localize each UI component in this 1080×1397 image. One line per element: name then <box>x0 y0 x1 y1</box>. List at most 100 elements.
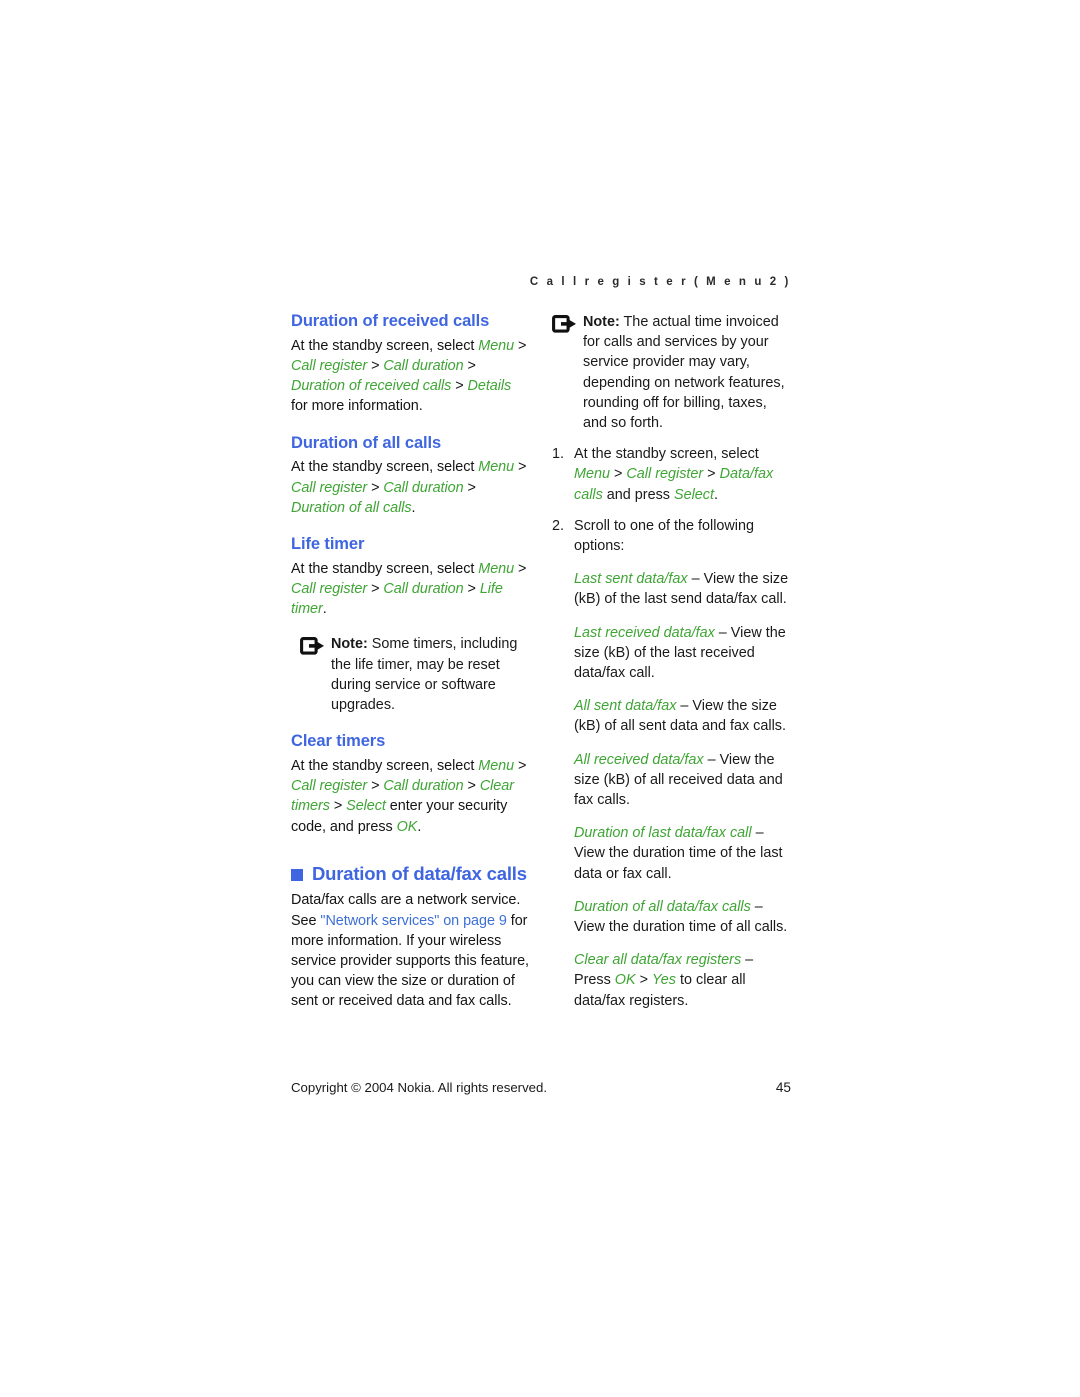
heading-clear-timers: Clear timers <box>291 732 386 751</box>
page-footer: Copyright © 2004 Nokia. All rights reser… <box>291 1080 791 1095</box>
ui-path-ok: OK <box>614 972 636 989</box>
ui-path-select: Select <box>674 486 714 503</box>
option-all-received-data-fax: All received data/fax – View the size (k… <box>552 750 791 811</box>
option-name: All sent data/fax <box>574 698 677 715</box>
ui-path-yes: Yes <box>652 972 677 989</box>
ui-path-call-register: Call register <box>626 466 704 483</box>
note-block-life-timer: Note: Some timers, including the life ti… <box>300 634 530 715</box>
text-tail: . <box>322 601 327 618</box>
ui-path-call-register: Call register <box>291 581 368 598</box>
option-name: Duration of all data/fax calls <box>574 898 751 915</box>
option-duration-of-last-data-fax-call: Duration of last data/fax call – View th… <box>552 823 791 884</box>
note-label: Note: <box>331 636 368 653</box>
ui-path-call-duration: Call duration <box>383 778 464 795</box>
text-sep: > <box>514 560 527 577</box>
ui-path-menu: Menu <box>574 466 610 483</box>
text-sep: > <box>451 378 468 395</box>
text-intro: At the standby screen, select <box>291 459 479 476</box>
note-text-life-timer: Note: Some timers, including the life ti… <box>331 634 530 715</box>
option-last-sent-data-fax: Last sent data/fax – View the size (kB) … <box>552 569 791 609</box>
text-tail: . <box>714 486 718 503</box>
two-column-body: Duration of received calls At the standb… <box>291 312 791 1012</box>
step-number: 1. <box>552 446 565 463</box>
text-tail: . <box>417 818 422 835</box>
ui-path-call-duration: Call duration <box>383 358 464 374</box>
text-tail: for more information. <box>291 398 423 415</box>
heading-text: Duration of data/fax calls <box>312 862 527 884</box>
option-duration-of-all-data-fax-calls: Duration of all data/fax calls – View th… <box>552 897 791 937</box>
text-sep: > <box>329 798 347 815</box>
option-name: Duration of last data/fax call <box>574 825 752 842</box>
ui-path-call-duration: Call duration <box>383 581 464 598</box>
note-label: Note: <box>583 314 620 330</box>
note-arrow-icon <box>552 312 583 433</box>
text-sep: > <box>463 581 480 598</box>
ui-path-ok: OK <box>396 818 418 835</box>
note-content: The actual time invoiced for calls and s… <box>583 314 785 432</box>
text-sep: > <box>367 358 384 374</box>
crossref-link-network-services[interactable]: "Network services" on page 9 <box>320 913 506 929</box>
step-number: 2. <box>552 517 565 534</box>
paragraph-clear-timers: At the standby screen, select Menu > Cal… <box>291 756 530 837</box>
left-column: Duration of received calls At the standb… <box>291 312 530 1012</box>
ui-path-call-duration: Call duration <box>383 479 464 496</box>
right-column: Note: The actual time invoiced for calls… <box>552 312 791 1011</box>
list-item: 2. Scroll to one of the following options… <box>552 516 791 556</box>
text-sep: > <box>703 466 720 483</box>
text-mid: and press <box>602 486 674 503</box>
ui-path-menu: Menu <box>478 459 515 476</box>
text-sep: > <box>463 479 476 496</box>
text-sep: > <box>514 459 527 476</box>
ui-path-duration-of-received-calls: Duration of received calls <box>291 378 452 395</box>
ui-path-call-register: Call register <box>291 778 368 795</box>
page-number: 45 <box>775 1080 791 1095</box>
ui-path-menu: Menu <box>478 560 515 577</box>
running-header: C a l l r e g i s t e r ( M e n u 2 ) <box>529 276 791 288</box>
option-name: Clear all data/fax registers <box>574 952 742 969</box>
text-intro: At the standby screen, select <box>574 446 759 463</box>
note-text-actual-time: Note: The actual time invoiced for calls… <box>583 312 791 433</box>
ui-path-menu: Menu <box>478 337 515 354</box>
text-sep: > <box>367 479 384 496</box>
note-block-actual-time: Note: The actual time invoiced for calls… <box>552 312 791 433</box>
option-name: All received data/fax <box>574 751 704 768</box>
paragraph-duration-of-received-calls: At the standby screen, select Menu > Cal… <box>291 336 530 417</box>
option-name: Last sent data/fax <box>574 571 688 588</box>
step-text: Scroll to one of the following options: <box>574 517 754 555</box>
numbered-steps-list: 1. At the standby screen, select Menu > C… <box>552 444 791 556</box>
text-intro: At the standby screen, select <box>291 560 479 577</box>
heading-duration-of-all-calls: Duration of all calls <box>291 433 442 452</box>
note-arrow-icon <box>300 634 331 715</box>
text-intro: At the standby screen, select <box>291 337 479 354</box>
ui-path-details: Details <box>467 378 512 395</box>
text-sep: > <box>514 337 527 354</box>
text-sep: > <box>367 581 384 598</box>
text-sep: > <box>610 466 627 483</box>
option-all-sent-data-fax: All sent data/fax – View the size (kB) o… <box>552 696 791 736</box>
text-sep: > <box>367 778 384 795</box>
text-sep: > <box>463 358 476 374</box>
square-bullet-icon <box>291 868 303 881</box>
ui-path-menu: Menu <box>478 758 515 775</box>
paragraph-life-timer: At the standby screen, select Menu > Cal… <box>291 559 530 620</box>
paragraph-data-fax-intro: Data/fax calls are a network service. Se… <box>291 890 530 1011</box>
option-name: Last received data/fax <box>574 624 715 641</box>
list-item: 1. At the standby screen, select Menu > C… <box>552 444 791 505</box>
paragraph-duration-of-all-calls: At the standby screen, select Menu > Cal… <box>291 457 530 518</box>
heading-duration-of-received-calls: Duration of received calls <box>291 312 490 330</box>
heading-life-timer: Life timer <box>291 535 365 554</box>
text-sep: > <box>635 972 652 989</box>
text-intro: At the standby screen, select <box>291 758 479 775</box>
text-sep: > <box>514 758 527 775</box>
text-sep: > <box>463 778 480 795</box>
ui-path-duration-of-all-calls: Duration of all calls <box>291 499 412 516</box>
option-clear-all-data-fax-registers: Clear all data/fax registers – Press OK … <box>552 950 791 1011</box>
ui-path-call-register: Call register <box>291 479 368 496</box>
document-page: C a l l r e g i s t e r ( M e n u 2 ) Du… <box>291 276 791 1012</box>
ui-path-call-register: Call register <box>291 358 368 374</box>
ui-path-select: Select <box>346 798 386 815</box>
option-last-received-data-fax: Last received data/fax – View the size (… <box>552 623 791 684</box>
